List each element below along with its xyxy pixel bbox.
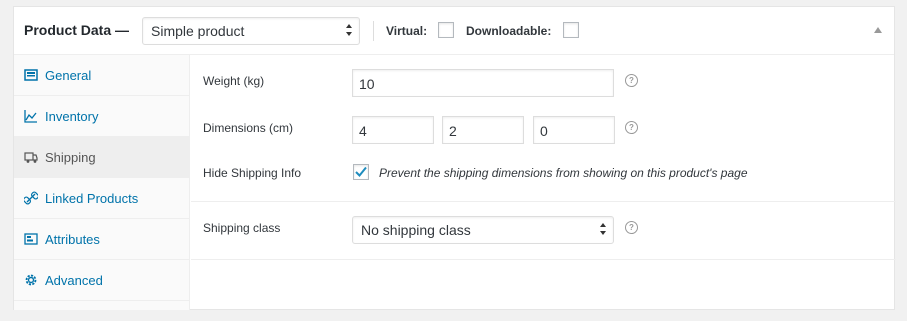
weight-value: 10 (359, 76, 375, 92)
height-value: 0 (540, 123, 548, 139)
product-type-value: Simple product (151, 23, 245, 39)
downloadable-label: Downloadable: (466, 24, 552, 38)
weight-input[interactable]: 10 (352, 69, 614, 97)
attributes-icon (24, 233, 38, 245)
general-icon (24, 69, 38, 81)
product-data-panel: Product Data — Simple product Virtual: D… (13, 6, 896, 310)
tab-shipping[interactable]: Shipping (14, 137, 189, 178)
tab-label: General (45, 68, 92, 83)
tab-label: Linked Products (45, 191, 139, 206)
tab-attributes[interactable]: Attributes (14, 219, 189, 260)
weight-label: Weight (kg) (203, 74, 265, 88)
tab-advanced[interactable]: Advanced (14, 260, 189, 301)
section-separator (191, 259, 896, 260)
product-type-select[interactable]: Simple product (142, 17, 360, 45)
dimensions-label: Dimensions (cm) (203, 121, 294, 135)
help-icon[interactable]: ? (625, 221, 638, 234)
panel-header: Product Data — Simple product Virtual: D… (14, 7, 894, 55)
checkmark-icon (355, 166, 367, 177)
collapse-toggle-icon[interactable] (874, 27, 882, 33)
tab-label: Advanced (45, 273, 103, 288)
shipping-class-value: No shipping class (361, 222, 471, 238)
link-icon (24, 191, 38, 205)
virtual-checkbox[interactable] (438, 22, 454, 38)
section-separator (191, 201, 896, 202)
select-arrows-icon (346, 24, 352, 36)
length-input[interactable]: 4 (352, 116, 434, 144)
help-icon[interactable]: ? (625, 121, 638, 134)
width-value: 2 (449, 123, 457, 139)
header-divider (373, 21, 374, 41)
virtual-label: Virtual: (386, 24, 428, 38)
panel-title: Product Data — (24, 22, 130, 38)
product-data-tabs: General Inventory Shipping Linked Produc… (14, 55, 190, 310)
tab-label: Shipping (45, 150, 96, 165)
shipping-class-label: Shipping class (203, 221, 281, 235)
width-input[interactable]: 2 (442, 116, 524, 144)
select-arrows-icon (600, 223, 606, 235)
hide-shipping-description: Prevent the shipping dimensions from sho… (379, 166, 748, 180)
hide-shipping-label: Hide Shipping Info (203, 166, 302, 180)
tab-label: Inventory (45, 109, 99, 124)
inventory-icon (24, 110, 37, 123)
shipping-class-select[interactable]: No shipping class (352, 216, 614, 244)
shipping-icon (24, 152, 38, 163)
tab-label: Attributes (45, 232, 100, 247)
length-value: 4 (359, 123, 367, 139)
tab-linked-products[interactable]: Linked Products (14, 178, 189, 219)
hide-shipping-checkbox[interactable] (353, 164, 369, 180)
gear-icon (25, 274, 37, 286)
tab-inventory[interactable]: Inventory (14, 96, 189, 137)
downloadable-checkbox[interactable] (563, 22, 579, 38)
height-input[interactable]: 0 (533, 116, 615, 144)
help-icon[interactable]: ? (625, 74, 638, 87)
tab-general[interactable]: General (14, 55, 189, 96)
